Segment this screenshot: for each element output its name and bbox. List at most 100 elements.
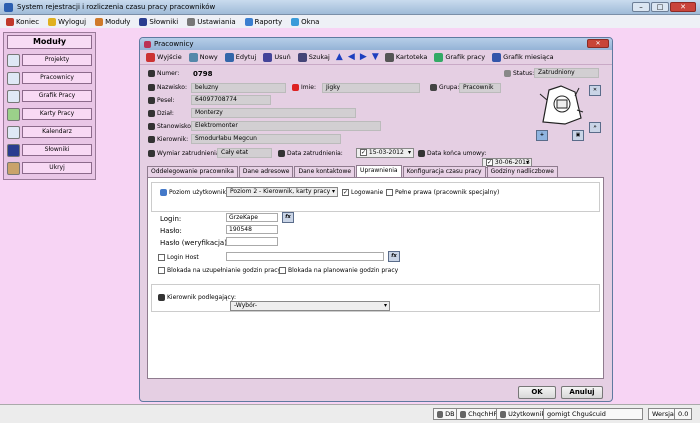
- sidebar-item-label: Ukryj: [22, 162, 92, 174]
- status-db: DB: [433, 408, 459, 420]
- menu-ustawiania[interactable]: Ustawiania: [185, 16, 240, 28]
- sidebar-item-projekty[interactable]: Projekty: [7, 53, 92, 67]
- blokada-uzupelnianie-option[interactable]: Blokada na uzupełnianie godzin pracy: [158, 267, 281, 274]
- login-host-checkbox[interactable]: [158, 254, 165, 261]
- sidebar-item-label: Słowniki: [22, 144, 92, 156]
- sidebar-item-ukryj[interactable]: Ukryj: [7, 161, 92, 175]
- calendar-icon: [7, 125, 20, 139]
- key-icon: [160, 189, 167, 196]
- menu-okna[interactable]: Okna: [289, 16, 324, 28]
- sidebar-item-karty[interactable]: Karty Pracy: [7, 107, 92, 121]
- status-user: gomigt Chguścuid: [543, 408, 643, 420]
- arrow-right-icon[interactable]: ▶: [359, 52, 368, 62]
- menu-koniec[interactable]: Koniec: [4, 16, 44, 28]
- menu-raporty[interactable]: Raporty: [243, 16, 288, 28]
- pelne-prawa-option[interactable]: Pełne prawa (pracownik specjalny): [386, 189, 499, 196]
- menu-slowniki[interactable]: Słowniki: [137, 16, 183, 28]
- sidebar-item-label: Pracownicy: [22, 72, 92, 84]
- cancel-button[interactable]: Anuluj: [561, 386, 603, 399]
- blokada-planowanie-option[interactable]: Blokada na planowanie godzin pracy: [279, 267, 398, 274]
- blokada-planowanie-checkbox[interactable]: [279, 267, 286, 274]
- logowanie-option[interactable]: ✓ Logowanie: [342, 189, 383, 196]
- clock-icon: [7, 107, 20, 121]
- book-icon: [139, 17, 148, 26]
- grafik-pracy-button[interactable]: Grafik pracy: [431, 52, 488, 62]
- toolbar-label: Usuń: [274, 53, 291, 61]
- delete-button[interactable]: Usuń: [260, 52, 293, 62]
- close-button[interactable]: ✕: [670, 2, 696, 12]
- edit-icon: [224, 52, 234, 62]
- tab-uprawnienia[interactable]: Uprawnienia: [356, 165, 402, 177]
- photo-delete-button[interactable]: ✕: [589, 85, 601, 96]
- edit-button[interactable]: Edytuj: [222, 52, 260, 62]
- employee-photo[interactable]: [535, 82, 587, 128]
- nazwisko-field[interactable]: beluzny: [191, 83, 286, 93]
- date-checkbox[interactable]: ✓: [360, 149, 367, 156]
- window-close-button[interactable]: ✕: [587, 39, 609, 48]
- label-text: Numer:: [157, 70, 180, 77]
- sidebar-item-slowniki[interactable]: Słowniki: [7, 143, 92, 157]
- hide-icon: [7, 161, 20, 175]
- ok-button[interactable]: OK: [518, 386, 556, 399]
- new-button[interactable]: Nowy: [186, 52, 221, 62]
- login-host-option[interactable]: Login Host: [158, 254, 199, 261]
- stanowisko-field[interactable]: Elektromonter: [191, 121, 381, 131]
- tab-godziny-nadliczbowe[interactable]: Godziny nadliczbowe: [486, 166, 558, 177]
- photo-next-button[interactable]: »: [589, 122, 601, 133]
- arrow-left-icon[interactable]: ◀: [347, 52, 356, 62]
- sidebar-item-grafik[interactable]: Grafik Pracy: [7, 89, 92, 103]
- arrow-down-icon[interactable]: ▼: [371, 52, 380, 62]
- sidebar-item-pracownicy[interactable]: Pracownicy: [7, 71, 92, 85]
- wymiar-field[interactable]: Cały etat: [217, 148, 272, 158]
- data-zatrudnienia-picker[interactable]: ✓ 15-03-2012: [356, 148, 414, 158]
- exit-button[interactable]: Wyjście: [143, 52, 185, 62]
- data-zatr-label: Data zatrudnienia:: [278, 150, 343, 157]
- new-icon: [188, 52, 198, 62]
- tab-oddelegowanie[interactable]: Oddelegowanie pracownika: [147, 166, 238, 177]
- minimize-button[interactable]: –: [632, 2, 650, 12]
- imie-field[interactable]: Jigky: [322, 83, 420, 93]
- photo-load-button[interactable]: +: [536, 130, 548, 141]
- photo-save-button[interactable]: ▣: [572, 130, 584, 141]
- haslo-weryfikacja-label: Hasło (weryfikacja):: [160, 239, 230, 247]
- label-text: Status:: [513, 70, 535, 77]
- label-text: Kierownik:: [157, 136, 189, 143]
- kierownik-field[interactable]: Smodurłabu Megcun: [191, 134, 341, 144]
- pelne-prawa-checkbox[interactable]: [386, 189, 393, 196]
- haslo-weryfikacja-input[interactable]: [226, 237, 278, 246]
- login-host-input[interactable]: [226, 252, 384, 261]
- login-input[interactable]: GrzeKape: [226, 213, 278, 222]
- grafik-miesiaca-button[interactable]: Grafik miesiąca: [489, 52, 557, 62]
- app-title: System rejestracji i rozliczenia czasu p…: [17, 3, 216, 11]
- sidebar-item-kalendarz[interactable]: Kalendarz: [7, 125, 92, 139]
- arrow-up-icon[interactable]: ▲: [335, 52, 344, 62]
- kierownik-podlegajacy-select[interactable]: -Wybór-: [230, 301, 390, 311]
- dzial-field[interactable]: Monterzy: [191, 108, 356, 118]
- tab-dane-kontaktowe[interactable]: Dane kontaktowe: [294, 166, 356, 177]
- login-host-fx-button[interactable]: fx: [388, 251, 400, 262]
- logowanie-checkbox[interactable]: ✓: [342, 189, 349, 196]
- menu-label: Okna: [301, 17, 320, 26]
- status-field[interactable]: Zatrudniony: [534, 68, 599, 78]
- pesel-field[interactable]: 64097708774: [191, 95, 271, 105]
- tab-dane-adresowe[interactable]: Dane adresowe: [238, 166, 294, 177]
- search-button[interactable]: Szukaj: [295, 52, 333, 62]
- tab-konfiguracja[interactable]: Konfiguracja czasu pracy: [402, 166, 486, 177]
- label-text: Logowanie: [351, 189, 384, 196]
- kartoteka-button[interactable]: Kartoteka: [382, 52, 431, 62]
- maximize-button[interactable]: □: [651, 2, 669, 12]
- toolbar-label: Grafik miesiąca: [503, 53, 554, 61]
- status-bar: DB ChqchHR Użytkownik gomigt Chguścuid W…: [0, 404, 700, 423]
- menu-wyloguj[interactable]: Wyloguj: [46, 16, 91, 28]
- blokada-uzupelnianie-checkbox[interactable]: [158, 267, 165, 274]
- haslo-label: Hasło:: [160, 227, 182, 235]
- key-icon: [48, 17, 57, 26]
- poziom-select[interactable]: Poziom 2 - Kierownik, karty pracy: [226, 187, 338, 197]
- haslo-input[interactable]: 190548: [226, 225, 278, 234]
- grupa-field[interactable]: Pracownik: [459, 83, 501, 93]
- status-label: Status:: [504, 70, 534, 77]
- window-icon: [144, 40, 151, 48]
- login-fx-button[interactable]: fx: [282, 212, 294, 223]
- menu-moduly[interactable]: Moduły: [93, 16, 135, 28]
- toolbar-label: Wyjście: [157, 53, 182, 61]
